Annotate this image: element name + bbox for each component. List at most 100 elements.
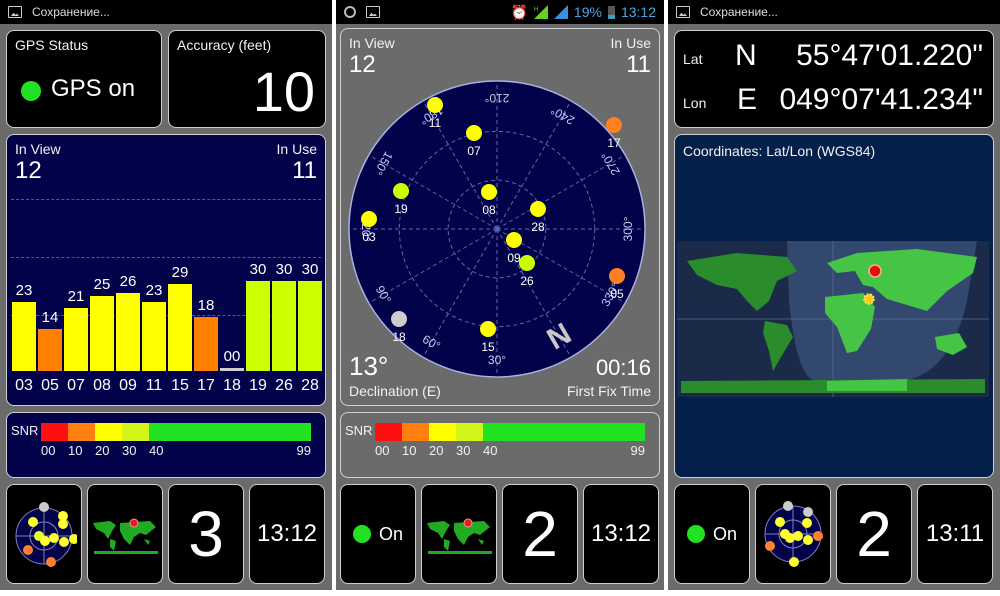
lon-label: Lon [683,95,707,111]
alarm-icon: ⏰ [510,3,528,20]
tile-skyplot[interactable] [6,484,82,584]
accuracy-value: 10 [252,60,315,123]
gps-status-label: GPS Status [15,37,89,53]
satellite-label: 08 [482,203,496,217]
snr-value: 30 [249,261,267,278]
satellite-dot [519,255,535,271]
sky-plot: 30°60°90°120°150°180°210°240°270°300°330… [348,80,646,378]
accuracy-label: Accuracy (feet) [177,37,272,53]
satellite-id: 18 [223,377,241,394]
lat-hemisphere: N [735,39,757,72]
status-bar: ⏰ H 19% 13:12 [336,0,664,24]
tile-gps-toggle[interactable]: On [340,484,416,584]
tile-clock[interactable]: 13:11 [917,484,993,584]
snr-value: 30 [275,261,293,278]
tile-status: On [378,523,403,544]
tile-map[interactable] [87,484,163,584]
tile-number: 2 [856,498,892,570]
snr-bar [90,296,114,371]
snr-value: 26 [119,273,137,290]
satellite-dot [481,184,497,200]
snr-label: SNR [345,423,373,438]
satellite-label: 03 [362,230,376,244]
tile-clock[interactable]: 13:12 [249,484,325,584]
satellite-label: 05 [610,287,624,301]
satellite-dot [530,201,546,217]
tile-map[interactable] [421,484,497,584]
snr-bar [142,302,166,371]
status-text: Сохранение... [32,5,110,19]
snr-ticks: 00 10 20 30 40 99 [375,443,645,459]
lat-label: Lat [683,51,703,67]
status-time: 13:12 [620,4,656,20]
skyplot-panel[interactable]: In View 12 In Use 11 30° 60° 90° 120° 150° 18… [340,28,660,406]
snr-bar [12,302,36,371]
satellite-id: 08 [93,377,111,394]
fix-time-label: First Fix Time [567,383,651,399]
satellite-id: 09 [119,377,137,394]
fix-time-value: 00:16 [595,355,651,380]
tile-time: 13:12 [590,520,652,547]
snr-tick: 20 [95,443,110,458]
satellite-label: 11 [429,116,442,130]
satellite-id: 28 [301,377,319,394]
screen-coordinates: Сохранение... Lat N 55°47'01.220" Lon E … [668,0,1000,590]
battery-icon [607,5,615,19]
satellite-dot [391,311,407,327]
satellite-dot [480,321,496,337]
snr-legend-panel: SNR 00 10 20 30 40 99 [6,412,326,478]
gps-status-panel[interactable]: GPS Status GPS on [6,30,162,128]
snr-tick: 30 [456,443,471,458]
world-map [677,241,989,397]
satellite-id: 07 [67,377,85,394]
world-map-thumbnail-icon [93,518,158,554]
satellite-label: 18 [392,330,406,344]
coordinates-panel[interactable]: Lat N 55°47'01.220" Lon E 049°07'41.234" [674,30,994,128]
location-marker-icon [868,264,882,278]
tile-skyplot[interactable] [755,484,831,584]
accuracy-panel[interactable]: Accuracy (feet) 10 [168,30,326,128]
gps-indicator-icon [352,525,371,543]
satellite-id: 26 [275,377,293,394]
bearing-label: 300° [621,216,635,241]
snr-value: 25 [93,276,111,293]
tile-number: 2 [522,498,558,570]
satellite-label: 09 [507,251,521,265]
image-icon [366,6,380,18]
gps-status-value: GPS on [51,75,136,102]
tile-number: 3 [188,498,224,570]
satellite-dot [427,97,443,113]
tile-gps-toggle[interactable]: On [674,484,750,584]
snr-bar [194,317,218,371]
map-panel[interactable]: Coordinates: Lat/Lon (WGS84) [674,134,994,478]
lat-value: 55°47'01.220" [796,39,983,72]
satellite-dot [361,211,377,227]
satellite-dot [606,117,622,133]
tile-satellite-count[interactable]: 2 [836,484,912,584]
declination-value: 13° [349,351,389,381]
satellite-label: 15 [481,340,495,354]
image-icon [8,6,22,18]
satellite-label: 17 [607,136,621,150]
screen-skyplot: ⏰ H 19% 13:12 In View 12 In Use 11 30° 60… [336,0,664,590]
signal-strength-panel[interactable]: In View 12 In Use 11 23 03 14 05 21 07 25 08 26 0… [6,134,326,406]
snr-bar [38,329,62,371]
signal-h-icon: H [533,5,548,19]
svg-text:H: H [534,7,538,13]
tile-clock[interactable]: 13:12 [583,484,659,584]
snr-legend-panel: SNR 00 10 20 30 40 99 [340,412,660,478]
skyplot-thumbnail-icon [15,502,77,567]
tile-satellite-count[interactable]: 3 [168,484,244,584]
tile-satellite-count[interactable]: 2 [502,484,578,584]
satellite-label: 07 [467,144,481,158]
snr-bar [246,281,270,371]
snr-tick: 10 [402,443,417,458]
snr-scale [41,423,311,441]
snr-tick: 40 [149,443,164,458]
satellite-dot [393,183,409,199]
snr-value: 29 [171,264,189,281]
world-map-thumbnail-icon [427,518,492,554]
snr-bar [64,308,88,371]
lon-value: 049°07'41.234" [779,83,983,116]
bearing-label: 30° [488,353,506,367]
